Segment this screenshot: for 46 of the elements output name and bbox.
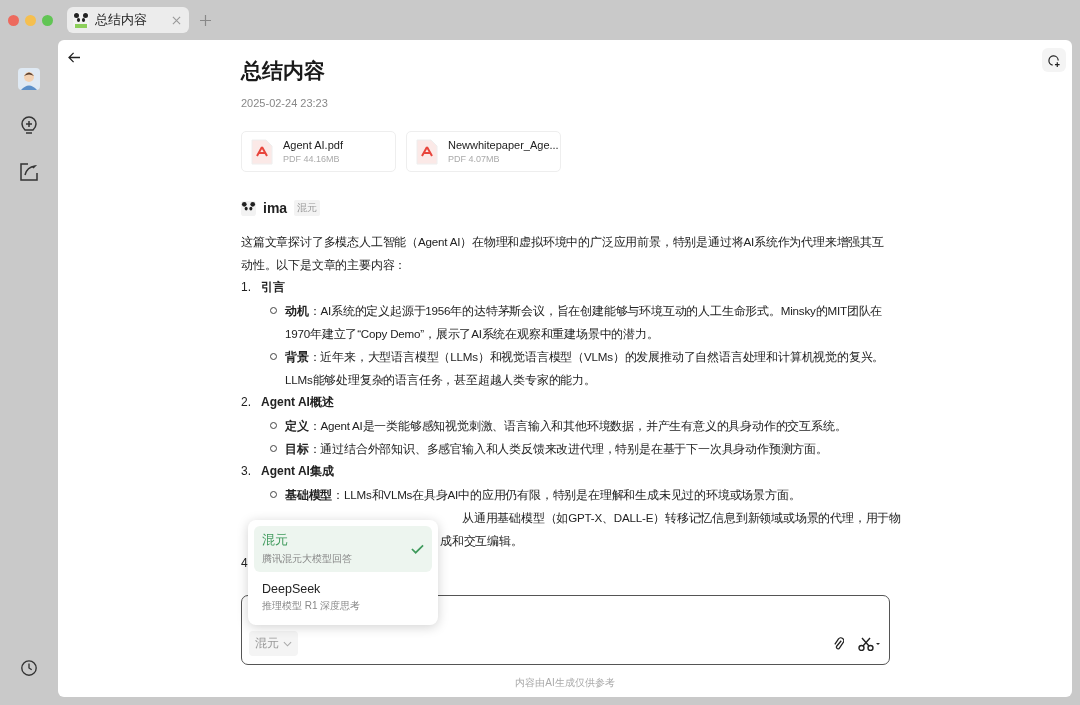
refresh-plus-icon	[1047, 53, 1061, 67]
pdf-icon	[416, 138, 438, 165]
file-card[interactable]: Agent AI.pdf PDF 44.16MB	[241, 131, 396, 172]
date-text: 2025-02-24 23:23	[241, 97, 329, 109]
page-title: 总结内容	[241, 58, 326, 84]
section-heading: Agent AI集成	[261, 463, 334, 480]
scissors-icon[interactable]	[858, 636, 880, 651]
model-tag: 混元	[294, 200, 321, 216]
list-number: 1.	[241, 279, 250, 296]
lightbulb-icon[interactable]	[19, 116, 39, 136]
panda-icon	[241, 200, 256, 216]
avatar-icon[interactable]	[18, 68, 40, 90]
tab[interactable]: 总结内容	[67, 7, 189, 33]
panda-icon	[73, 12, 89, 28]
bullet-text: 动机：AI系统的定义起源于1956年的达特茅斯会议，旨在创建能够与环境互动的人工生命形式。Minsky的MIT团队在1970年建立了“Copy Demo”，展示了AI系统在观察和重建场景中的潜力。	[285, 303, 884, 342]
section-heading: Agent AI概述	[261, 394, 334, 411]
file-card[interactable]: Newwhitepaper_Age... PDF 4.07MB	[406, 131, 561, 172]
new-chat-button[interactable]	[1042, 48, 1066, 72]
summary-paragraph: 这篇文章探讨了多模态人工智能（Agent AI）在物理和虚拟环境中的广泛应用前景，特别是通过将AI系统作为代理来增强其互动性。以下是文章的主要内容：	[241, 234, 885, 273]
file-size: PDF 4.07MB	[448, 154, 501, 164]
model-name: 混元	[262, 532, 289, 549]
list-number: 4	[241, 555, 249, 572]
bullet-text: 从通用基础模型（如GPT-X、DALL-E）转移记忆信息到新领域或场景的代理，用于物	[462, 510, 901, 526]
bullet-text: 背景：近年来，大型语言模型（LLMs）和视觉语言模型（VLMs）的发展推动了自然语言处理和计算机视觉的复兴。LLMs能够处理复杂的语言任务，甚至超越人类专家的能力。	[285, 349, 886, 388]
bullet-text: 成和交互编辑。	[440, 533, 523, 549]
checkmark-icon	[411, 544, 424, 554]
bullet-text: 定义：Agent AI是一类能够感知视觉刺激、语言输入和其他环境数据，并产生有意义的具身动作的交互系统。	[285, 418, 848, 434]
bullet-text: 目标：通过结合外部知识、多感官输入和人类反馈来改进代理，特别是在基于下一次具身动作预测方面。	[285, 441, 829, 457]
edit-icon[interactable]	[19, 162, 39, 182]
list-number: 2.	[241, 394, 250, 411]
file-name: Agent AI.pdf	[283, 139, 343, 151]
chevron-down-icon	[283, 640, 292, 647]
paperclip-icon[interactable]	[833, 636, 844, 651]
file-size: PDF 44.16MB	[283, 154, 341, 164]
clock-icon[interactable]	[20, 659, 38, 677]
back-arrow-icon[interactable]	[68, 52, 81, 63]
assistant-name: ima	[263, 200, 288, 216]
model-description: 腾讯混元大模型回答	[262, 552, 353, 566]
list-number: 3.	[241, 463, 250, 480]
model-name: DeepSeek	[262, 582, 322, 596]
section-heading: 引言	[261, 279, 285, 296]
bullet-text: 基础模型：LLMs和VLMs在具身AI中的应用仍有限，特别是在理解和生成未见过的环境或场景方面。	[285, 487, 802, 503]
pdf-icon	[251, 138, 273, 165]
model-description: 推理模型 R1 深度思考	[262, 599, 362, 613]
disclaimer-text: 内容由AI生成仅供参考	[515, 676, 615, 690]
file-name: Newwhitepaper_Age...	[448, 139, 559, 151]
